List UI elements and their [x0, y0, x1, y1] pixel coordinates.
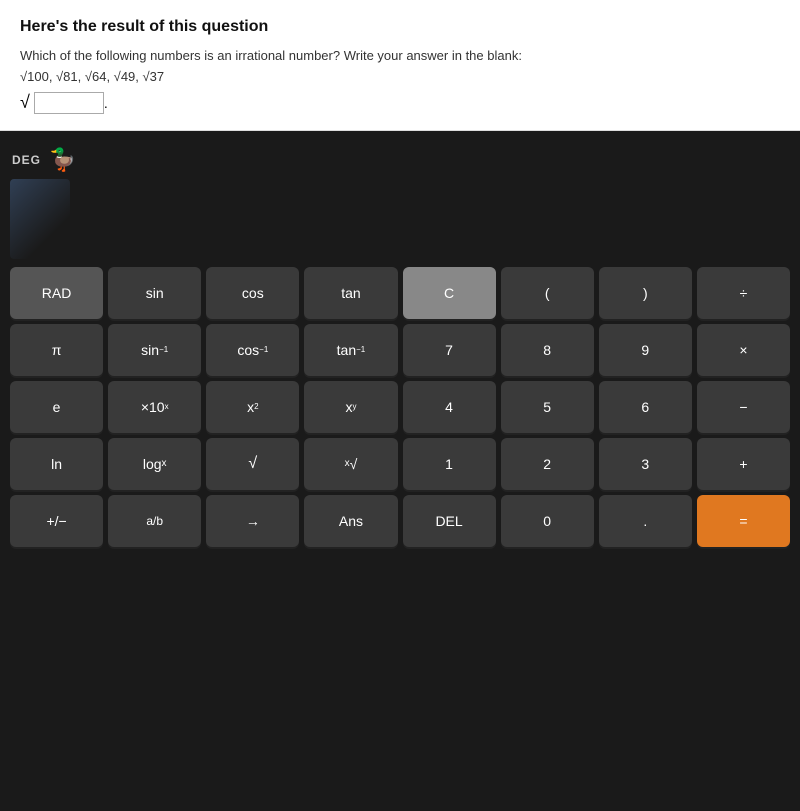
deg-label: DEG [12, 153, 41, 167]
btn-cos-inv[interactable]: cos−1 [206, 324, 299, 376]
calc-buttons: RAD sin cos tan C ( ) ÷ π sin−1 cos−1 ta… [0, 259, 800, 555]
btn-decimal[interactable]: . [599, 495, 692, 547]
sqrt-prefix: √ [20, 92, 30, 113]
btn-tan[interactable]: tan [304, 267, 397, 319]
btn-arrow[interactable]: → [206, 495, 299, 547]
btn-close-paren[interactable]: ) [599, 267, 692, 319]
btn-sin-inv[interactable]: sin−1 [108, 324, 201, 376]
btn-tan-inv[interactable]: tan−1 [304, 324, 397, 376]
calc-display [10, 179, 790, 259]
btn-6[interactable]: 6 [599, 381, 692, 433]
btn-clear[interactable]: C [403, 267, 496, 319]
btn-5[interactable]: 5 [501, 381, 594, 433]
btn-0[interactable]: 0 [501, 495, 594, 547]
btn-7[interactable]: 7 [403, 324, 496, 376]
numbers-list: √100, √81, √64, √49, √37 [20, 69, 164, 84]
answer-row: √ . [20, 92, 780, 114]
btn-ans[interactable]: Ans [304, 495, 397, 547]
btn-open-paren[interactable]: ( [501, 267, 594, 319]
answer-blank[interactable] [34, 92, 104, 114]
btn-ln[interactable]: ln [10, 438, 103, 490]
btn-power[interactable]: xy [304, 381, 397, 433]
btn-equals[interactable]: = [697, 495, 790, 547]
content-area: Here's the result of this question Which… [0, 0, 800, 131]
btn-fraction[interactable]: a/b [108, 495, 201, 547]
btn-nth-root[interactable]: x√ [304, 438, 397, 490]
calculator: DEG 🦆 RAD sin cos tan C ( ) ÷ π sin−1 co… [0, 131, 800, 811]
btn-cos[interactable]: cos [206, 267, 299, 319]
period: . [104, 95, 108, 111]
btn-divide[interactable]: ÷ [697, 267, 790, 319]
btn-sin[interactable]: sin [108, 267, 201, 319]
calc-header: DEG 🦆 [0, 141, 800, 179]
btn-plus-minus[interactable]: +/− [10, 495, 103, 547]
btn-1[interactable]: 1 [403, 438, 496, 490]
result-title: Here's the result of this question [20, 18, 780, 36]
btn-2[interactable]: 2 [501, 438, 594, 490]
btn-del[interactable]: DEL [403, 495, 496, 547]
btn-sci-notation[interactable]: ×10x [108, 381, 201, 433]
btn-3[interactable]: 3 [599, 438, 692, 490]
question-body: Which of the following numbers is an irr… [20, 48, 522, 63]
duck-icon: 🦆 [49, 147, 76, 173]
btn-8[interactable]: 8 [501, 324, 594, 376]
btn-rad[interactable]: RAD [10, 267, 103, 319]
btn-log[interactable]: logx [108, 438, 201, 490]
btn-4[interactable]: 4 [403, 381, 496, 433]
btn-sqrt[interactable]: √ [206, 438, 299, 490]
btn-square[interactable]: x2 [206, 381, 299, 433]
btn-multiply[interactable]: × [697, 324, 790, 376]
btn-pi[interactable]: π [10, 324, 103, 376]
btn-9[interactable]: 9 [599, 324, 692, 376]
btn-add[interactable]: + [697, 438, 790, 490]
btn-subtract[interactable]: − [697, 381, 790, 433]
btn-e[interactable]: e [10, 381, 103, 433]
question-text: Which of the following numbers is an irr… [20, 46, 780, 88]
